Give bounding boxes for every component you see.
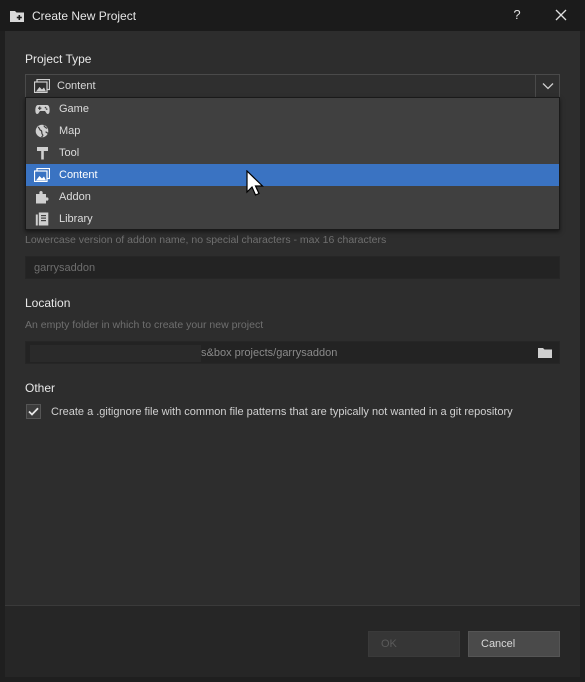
mouse-cursor-icon bbox=[246, 170, 264, 196]
title-bar: Create New Project ? bbox=[0, 0, 585, 31]
option-content[interactable]: Content bbox=[26, 164, 559, 186]
help-button[interactable]: ? bbox=[508, 6, 526, 24]
location-value: s&box projects/garrysaddon bbox=[201, 347, 338, 359]
option-game[interactable]: Game bbox=[26, 98, 559, 120]
dropdown-arrow[interactable] bbox=[535, 75, 559, 97]
option-label: Content bbox=[59, 169, 98, 181]
ident-input[interactable]: garrysaddon bbox=[25, 256, 560, 279]
option-addon[interactable]: Addon bbox=[26, 186, 559, 208]
ident-hint: Lowercase version of addon name, no spec… bbox=[25, 234, 387, 246]
option-label: Tool bbox=[59, 147, 80, 159]
redacted-path bbox=[30, 345, 201, 362]
gitignore-label[interactable]: Create a .gitignore file with common fil… bbox=[51, 406, 513, 418]
project-type-value: Content bbox=[57, 80, 96, 92]
library-icon bbox=[35, 212, 49, 226]
ok-button[interactable]: OK bbox=[368, 631, 460, 657]
option-label: Addon bbox=[59, 191, 91, 203]
project-type-dropdown: Game Map Tool Content Addon Library bbox=[25, 97, 560, 230]
option-label: Game bbox=[59, 103, 89, 115]
chevron-down-icon bbox=[542, 83, 553, 90]
close-icon[interactable] bbox=[548, 5, 574, 25]
window-title: Create New Project bbox=[32, 8, 137, 23]
location-label: Location bbox=[25, 296, 71, 310]
folder-plus-icon bbox=[10, 10, 24, 22]
option-tool[interactable]: Tool bbox=[26, 142, 559, 164]
puzzle-icon bbox=[36, 191, 49, 204]
other-label: Other bbox=[25, 381, 56, 395]
globe-icon bbox=[35, 124, 49, 138]
location-hint: An empty folder in which to create your … bbox=[25, 319, 264, 331]
checkmark-icon bbox=[28, 407, 39, 416]
cancel-button[interactable]: Cancel bbox=[468, 631, 560, 657]
option-label: Map bbox=[59, 125, 81, 137]
gitignore-checkbox[interactable] bbox=[26, 404, 41, 419]
option-library[interactable]: Library bbox=[26, 208, 559, 230]
project-type-label: Project Type bbox=[25, 52, 92, 66]
folder-icon[interactable] bbox=[536, 345, 554, 361]
project-type-select[interactable]: Content bbox=[25, 74, 560, 98]
ident-value: garrysaddon bbox=[34, 261, 96, 274]
hammer-icon bbox=[36, 147, 48, 160]
option-map[interactable]: Map bbox=[26, 120, 559, 142]
option-label: Library bbox=[59, 213, 93, 225]
image-icon bbox=[34, 79, 50, 93]
image-icon bbox=[34, 168, 50, 182]
gamepad-icon bbox=[34, 104, 50, 114]
